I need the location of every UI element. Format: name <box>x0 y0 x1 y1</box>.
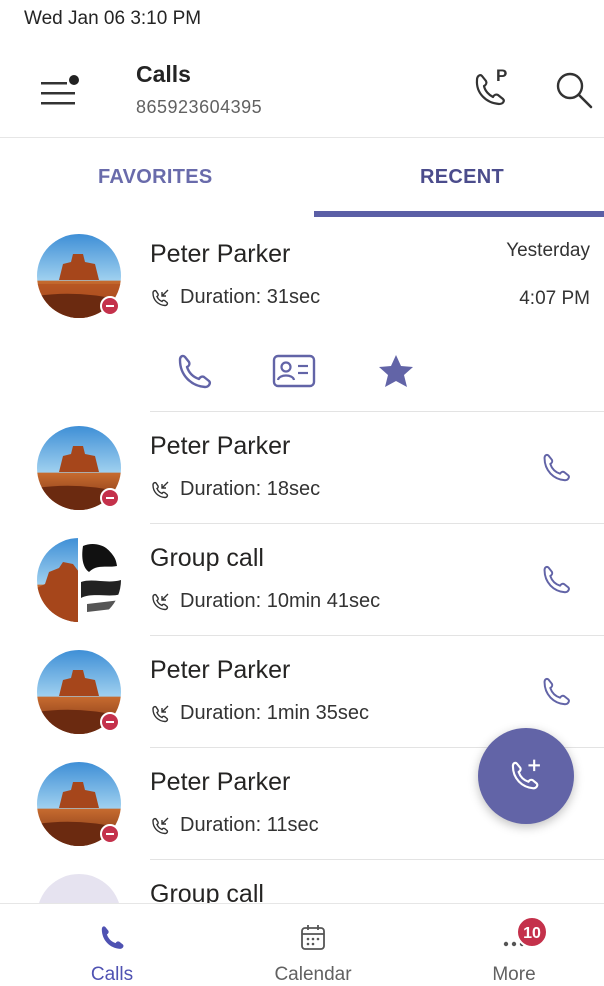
call-history-item[interactable]: Group call Duration: 10min 41sec <box>0 524 604 636</box>
group-avatar <box>37 538 121 622</box>
call-park-icon: P <box>475 66 507 106</box>
menu-button[interactable] <box>36 66 86 112</box>
phone-icon <box>101 926 124 949</box>
call-duration: Duration: 31sec <box>180 286 321 308</box>
bottom-navigation: Calls Calendar 10 More <box>0 903 604 986</box>
incoming-call-icon <box>150 480 170 500</box>
call-back-button[interactable] <box>538 562 574 598</box>
phone-icon <box>543 677 570 706</box>
new-call-button[interactable] <box>478 728 574 824</box>
calls-tabs: FAVORITES RECENT <box>0 158 604 220</box>
call-detail: Duration: 1min 35sec <box>150 702 369 725</box>
calendar-icon <box>301 925 325 950</box>
nav-label: Calls <box>90 964 134 985</box>
call-back-button[interactable] <box>172 350 216 394</box>
caller-name: Peter Parker <box>150 656 291 684</box>
nav-label: More <box>492 964 536 985</box>
presence-do-not-disturb-icon <box>100 712 120 732</box>
call-duration: Duration: 11sec <box>180 814 319 836</box>
presence-do-not-disturb-icon <box>100 296 120 316</box>
call-history-item[interactable]: Group call <box>0 860 604 904</box>
call-park-button[interactable]: P <box>468 64 514 110</box>
presence-do-not-disturb-icon <box>100 488 120 508</box>
add-call-icon <box>511 759 540 790</box>
call-detail: Duration: 11sec <box>150 814 319 837</box>
caller-name: Peter Parker <box>150 432 291 460</box>
call-back-button[interactable] <box>538 450 574 486</box>
hamburger-menu-icon <box>41 75 79 105</box>
phone-icon <box>543 565 570 594</box>
nav-more[interactable]: 10 More <box>444 904 584 986</box>
contact-card-button[interactable] <box>272 350 316 394</box>
expanded-call-actions <box>0 340 604 410</box>
incoming-call-icon <box>150 592 170 612</box>
presence-do-not-disturb-icon <box>100 824 120 844</box>
search-button[interactable] <box>552 68 596 112</box>
call-detail: Duration: 10min 41sec <box>150 590 380 613</box>
call-back-button[interactable] <box>538 674 574 710</box>
phone-icon <box>178 354 211 389</box>
app-header: Calls 865923604395 P <box>0 50 604 138</box>
nav-label: Calendar <box>274 964 352 985</box>
incoming-call-icon <box>150 704 170 724</box>
svg-text:P: P <box>496 66 507 85</box>
favorite-button[interactable] <box>374 350 418 394</box>
caller-name: Group call <box>150 880 264 904</box>
tab-favorites[interactable]: FAVORITES <box>98 166 213 189</box>
call-date: Yesterday <box>506 240 590 261</box>
call-detail: Duration: 31sec <box>150 286 320 309</box>
own-phone-number: 865923604395 <box>136 97 263 117</box>
incoming-call-icon <box>150 816 170 836</box>
call-duration: Duration: 1min 35sec <box>180 702 369 724</box>
group-avatar-placeholder <box>37 874 121 904</box>
call-detail: Duration: 18sec <box>150 478 320 501</box>
contact-card-icon <box>272 354 316 388</box>
notification-badge: 10 <box>516 916 548 948</box>
phone-icon <box>543 453 570 482</box>
call-duration: Duration: 18sec <box>180 478 321 500</box>
caller-name: Peter Parker <box>150 240 291 268</box>
call-time: 4:07 PM <box>519 288 590 309</box>
tab-recent[interactable]: RECENT <box>420 166 504 189</box>
status-bar-datetime: Wed Jan 06 3:10 PM <box>24 8 202 29</box>
caller-name: Peter Parker <box>150 768 291 796</box>
incoming-call-icon <box>150 288 170 308</box>
star-icon <box>379 355 413 387</box>
page-title: Calls <box>136 61 191 87</box>
search-icon <box>556 72 593 109</box>
call-duration: Duration: 10min 41sec <box>180 590 381 612</box>
call-history-item[interactable]: Peter Parker Duration: 18sec <box>0 412 604 524</box>
nav-calls[interactable]: Calls <box>42 904 182 986</box>
caller-name: Group call <box>150 544 264 572</box>
selected-tab-indicator <box>314 211 604 217</box>
nav-calendar[interactable]: Calendar <box>243 904 383 986</box>
